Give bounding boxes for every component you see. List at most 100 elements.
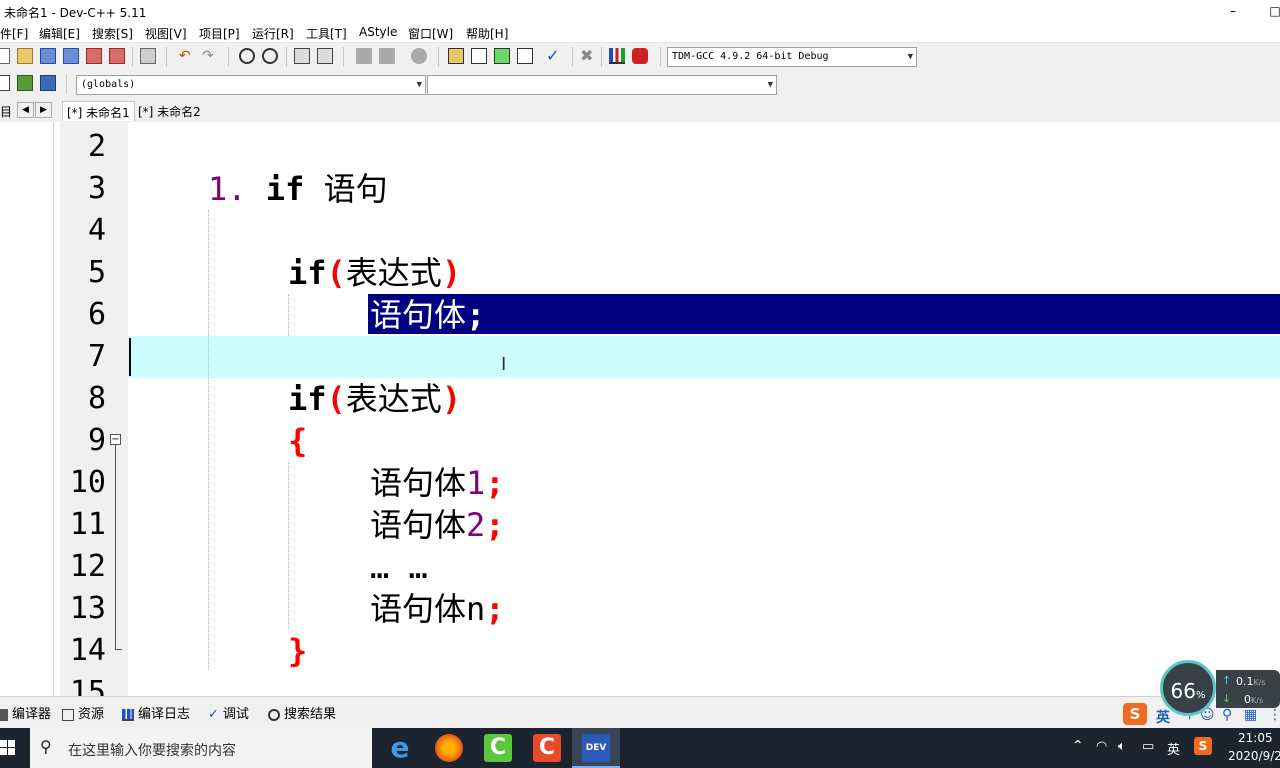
close-file-icon[interactable] (86, 48, 102, 64)
class-icon[interactable] (0, 75, 10, 91)
menu-edit[interactable]: 编辑[E] (39, 25, 80, 42)
line-number: 8 (87, 381, 106, 416)
next-icon[interactable] (379, 48, 395, 64)
scroll-right-icon[interactable]: ▶ (35, 102, 52, 118)
print-icon[interactable] (140, 48, 156, 64)
indent-icon[interactable] (294, 48, 310, 64)
menu-file[interactable]: 件[F] (0, 25, 28, 42)
debug-icon[interactable] (632, 48, 648, 64)
new-file-icon[interactable] (0, 48, 10, 64)
paren: ) (441, 254, 462, 292)
save-icon[interactable] (40, 48, 56, 64)
undo-icon[interactable]: ↶ (179, 48, 195, 64)
indent-guide (288, 294, 289, 336)
menu-search[interactable]: 搜索[S] (92, 25, 133, 42)
code-editor[interactable]: 2 3 4 5 6 7 8 9 10 11 12 13 14 15 − 1. i… (60, 122, 1280, 696)
scroll-left-icon[interactable]: ◀ (17, 102, 34, 118)
taskbar: ⚲ 在这里输入你要搜索的内容 e C C DEV ⌃ ◠ 🔈︎ ▭ 英 S 21… (0, 728, 1280, 768)
maximize-button[interactable]: □ (1264, 1, 1280, 21)
wifi-icon[interactable]: ◠ (1096, 739, 1107, 754)
line-number: 10 (69, 465, 106, 500)
clion-icon[interactable]: C (484, 734, 512, 762)
unindent-icon[interactable] (317, 48, 333, 64)
run-icon[interactable] (471, 48, 487, 64)
prev-icon[interactable] (356, 48, 372, 64)
tab-file-1[interactable]: [*] 未命名1 (62, 101, 135, 121)
ime-language-toggle[interactable]: 英 (1156, 707, 1170, 727)
upload-speed-unit: K/s (1253, 678, 1266, 687)
windows-start-icon[interactable] (0, 740, 16, 756)
main-toolbar: ↶ ↷ ✓ ✖ TDM-GCC 4.9.2 64-bit Debug ▼ (0, 42, 1280, 70)
start-pane (0, 748, 7, 755)
volume-icon[interactable]: 🔈︎ (1118, 739, 1126, 754)
member-select[interactable]: ▼ (427, 75, 777, 95)
battery-icon[interactable]: ▭ (1142, 739, 1154, 754)
tray-language[interactable]: 英 (1167, 739, 1180, 758)
tray-expand-icon[interactable]: ⌃ (1072, 738, 1084, 754)
compile-run-icon[interactable] (494, 48, 510, 64)
indent-guide (288, 462, 289, 630)
sogou-ime-icon[interactable]: S (1123, 703, 1147, 725)
compile-icon[interactable] (448, 48, 464, 64)
tab-file-2[interactable]: [*] 未命名2 (134, 101, 205, 121)
statement-text: 语句体 (370, 506, 467, 544)
tab-resources[interactable]: 资源 (62, 703, 104, 722)
tab-compiler[interactable]: 编译器 (0, 703, 51, 722)
stop-icon[interactable] (411, 48, 427, 64)
tray-time[interactable]: 21:05 (1238, 731, 1273, 745)
tab-compile-log[interactable]: 编译日志 (122, 703, 190, 722)
open-file-icon[interactable] (17, 48, 33, 64)
cpu-percent: 66% (1163, 679, 1213, 703)
tray-sogou-icon[interactable]: S (1194, 737, 1212, 755)
menu-project[interactable]: 项目[P] (199, 25, 240, 42)
close-all-icon[interactable] (109, 48, 125, 64)
keyword-if: if (265, 170, 305, 208)
save-all-icon[interactable] (63, 48, 79, 64)
tray-date[interactable]: 2020/9/2 (1228, 749, 1280, 763)
devcpp-icon[interactable]: DEV (582, 734, 610, 762)
scope-select[interactable]: (globals) ▼ (76, 75, 426, 95)
goto-icon[interactable] (17, 75, 33, 91)
brace: } (288, 632, 308, 670)
replace-icon[interactable] (262, 48, 278, 64)
menu-view[interactable]: 视图[V] (145, 25, 187, 42)
minimize-button[interactable]: – (1222, 1, 1244, 21)
chart-icon[interactable] (609, 48, 625, 64)
close-icon[interactable]: ✖ (580, 48, 596, 64)
edge-icon[interactable]: e (386, 734, 414, 762)
tab-compiler-label: 编译器 (12, 707, 52, 722)
find-icon[interactable] (239, 48, 255, 64)
compile-log-icon (122, 708, 134, 721)
ime-keyboard-icon[interactable]: ▦ (1244, 707, 1257, 723)
redo-icon[interactable]: ↷ (202, 48, 218, 64)
menu-tools[interactable]: 工具[T] (306, 25, 347, 42)
statement-text: 语句体 (370, 464, 467, 502)
project-panel[interactable] (0, 122, 54, 696)
toolbar-separator (572, 47, 573, 67)
syntax-check-icon[interactable]: ✓ (546, 48, 562, 64)
download-speed-unit: K/s (1251, 696, 1264, 705)
taskbar-search-box[interactable]: ⚲ 在这里输入你要搜索的内容 (30, 728, 372, 768)
menu-run[interactable]: 运行[R] (252, 25, 294, 42)
number: 2 (466, 506, 486, 544)
rebuild-icon[interactable] (517, 48, 533, 64)
tab-search-results[interactable]: 搜索结果 (268, 703, 336, 722)
cpu-gauge[interactable]: 66% (1160, 660, 1216, 716)
expression-text: 表达式 (345, 380, 442, 418)
firefox-icon[interactable] (435, 734, 463, 762)
toolbar-separator (66, 74, 67, 94)
menu-astyle[interactable]: AStyle (359, 25, 397, 39)
fold-toggle-icon[interactable]: − (110, 434, 121, 445)
ime-voice-icon[interactable]: ⚲ (1222, 707, 1232, 723)
codeblocks-icon[interactable]: C (533, 734, 561, 762)
menu-help[interactable]: 帮助[H] (466, 25, 508, 42)
menu-window[interactable]: 窗口[W] (408, 25, 453, 42)
bookmark-icon[interactable] (40, 75, 56, 91)
compiler-select[interactable]: TDM-GCC 4.9.2 64-bit Debug ▼ (667, 47, 917, 67)
ime-menu-icon[interactable]: ⋮ (1268, 707, 1280, 723)
search-placeholder: 在这里输入你要搜索的内容 (68, 743, 236, 759)
download-speed: 0K/s (1244, 693, 1263, 706)
tab-debug[interactable]: ✓ 调试 (208, 703, 249, 722)
keyword-if: if (288, 380, 327, 418)
project-panel-tab[interactable]: 目 (0, 103, 12, 120)
